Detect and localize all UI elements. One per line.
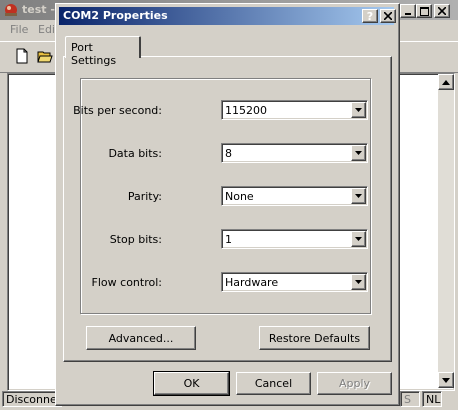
tab-page: Bits per second: 115200 Data bits: 8 Par… [63,56,392,362]
restore-defaults-button[interactable]: Restore Defaults [259,326,370,350]
tab-label: Port Settings [71,41,117,67]
help-icon: ? [366,9,374,23]
status-scroll: S [400,391,420,407]
app-icon [3,2,19,18]
close-icon [384,12,392,20]
status-connection: Disconnec [2,391,62,407]
chevron-down-icon [355,237,362,241]
data-bits-select[interactable]: 8 [221,143,368,163]
ok-button[interactable]: OK [153,371,230,396]
data-bits-value: 8 [225,147,232,160]
tab-port-settings[interactable]: Port Settings [65,36,141,67]
bg-close-button[interactable] [434,4,450,18]
settings-group: Bits per second: 115200 Data bits: 8 Par… [73,78,371,314]
cancel-button[interactable]: Cancel [236,372,311,395]
minimize-icon [405,13,411,15]
apply-label: Apply [338,377,371,390]
close-icon [438,7,446,15]
label-flow-control: Flow control: [91,276,162,289]
dropdown-button[interactable] [351,231,366,247]
dialog-title: COM2 Properties [63,9,168,22]
dialog-close-button[interactable] [380,9,396,23]
bg-window-title: test - [22,3,55,16]
new-file-icon[interactable] [14,48,30,64]
parity-value: None [225,190,254,203]
arrow-down-icon [442,377,450,383]
dropdown-button[interactable] [351,188,366,204]
menu-file[interactable]: File [10,23,28,36]
bits-per-second-select[interactable]: 115200 [221,100,368,120]
chevron-down-icon [355,151,362,155]
stop-bits-value: 1 [225,233,232,246]
advanced-label: Advanced... [108,331,174,345]
label-stop-bits: Stop bits: [109,233,162,246]
maximize-button[interactable] [416,4,432,18]
com2-properties-dialog: COM2 Properties ? Port Settings Bits per… [55,3,400,406]
apply-button[interactable]: Apply [317,372,392,395]
flow-control-value: Hardware [225,276,279,289]
label-bits-per-second: Bits per second: [73,104,162,117]
scrollbar-vertical[interactable] [438,74,454,388]
chevron-down-icon [355,280,362,284]
dropdown-button[interactable] [351,102,366,118]
help-button[interactable]: ? [362,9,378,23]
label-data-bits: Data bits: [108,147,162,160]
dialog-titlebar: COM2 Properties ? [59,7,396,25]
label-parity: Parity: [127,190,162,203]
chevron-down-icon [355,108,362,112]
minimize-button[interactable] [400,4,416,18]
dropdown-button[interactable] [351,274,366,290]
menu-edit[interactable]: Edi [38,23,55,36]
dropdown-button[interactable] [351,145,366,161]
stop-bits-select[interactable]: 1 [221,229,368,249]
arrow-up-icon [442,79,450,85]
status-numlock: NL [422,391,442,407]
scroll-up-button[interactable] [438,74,454,90]
flow-control-select[interactable]: Hardware [221,272,368,292]
advanced-button[interactable]: Advanced... [86,326,196,350]
parity-select[interactable]: None [221,186,368,206]
ok-label: OK [183,377,200,390]
restore-defaults-label: Restore Defaults [268,331,361,345]
cancel-label: Cancel [254,377,293,390]
maximize-icon [419,6,429,16]
bits-per-second-value: 115200 [225,104,267,117]
chevron-down-icon [355,194,362,198]
scroll-down-button[interactable] [438,372,454,388]
open-folder-icon[interactable] [37,48,53,64]
